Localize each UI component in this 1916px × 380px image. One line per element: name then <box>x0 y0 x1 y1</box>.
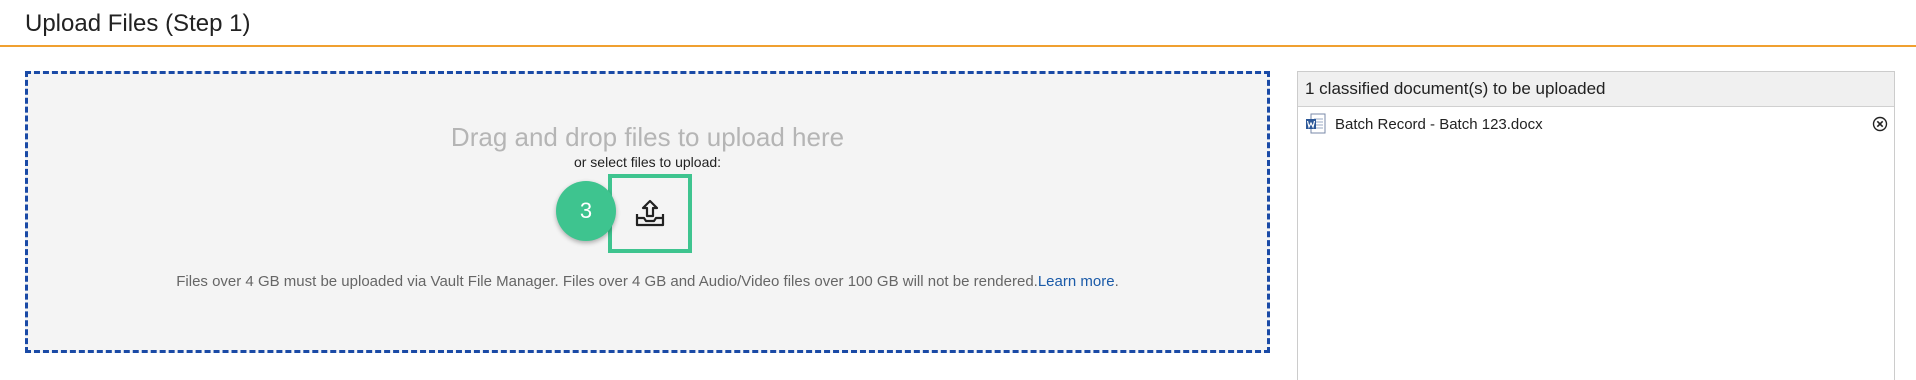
page-header: Upload Files (Step 1) <box>0 0 1916 47</box>
file-list-item: Batch Record - Batch 123.docx <box>1298 107 1894 141</box>
close-circle-icon[interactable] <box>1872 116 1888 132</box>
learn-more-link[interactable]: Learn more <box>1038 273 1115 290</box>
upload-tray-icon <box>635 199 665 226</box>
files-to-upload-panel: 1 classified document(s) to be uploaded … <box>1297 71 1895 380</box>
drop-zone-heading: Drag and drop files to upload here <box>450 122 845 152</box>
upload-files-page: Upload Files (Step 1) Drag and drop file… <box>0 0 1916 380</box>
page-title: Upload Files (Step 1) <box>25 10 251 37</box>
file-size-note-text: Files over 4 GB must be uploaded via Vau… <box>176 273 1038 290</box>
panel-title: 1 classified document(s) to be uploaded <box>1298 72 1894 107</box>
select-files-button[interactable] <box>608 174 692 253</box>
drop-zone-subheading: or select files to upload: <box>573 154 722 170</box>
file-size-note-end: . <box>1114 273 1119 290</box>
file-name: Batch Record - Batch 123.docx <box>1335 115 1543 133</box>
step-number-badge: 3 <box>556 181 616 241</box>
word-document-icon <box>1306 113 1326 134</box>
file-size-note: Files over 4 GB must be uploaded via Vau… <box>28 273 1267 290</box>
file-drop-zone[interactable]: Drag and drop files to upload here or se… <box>25 71 1270 353</box>
